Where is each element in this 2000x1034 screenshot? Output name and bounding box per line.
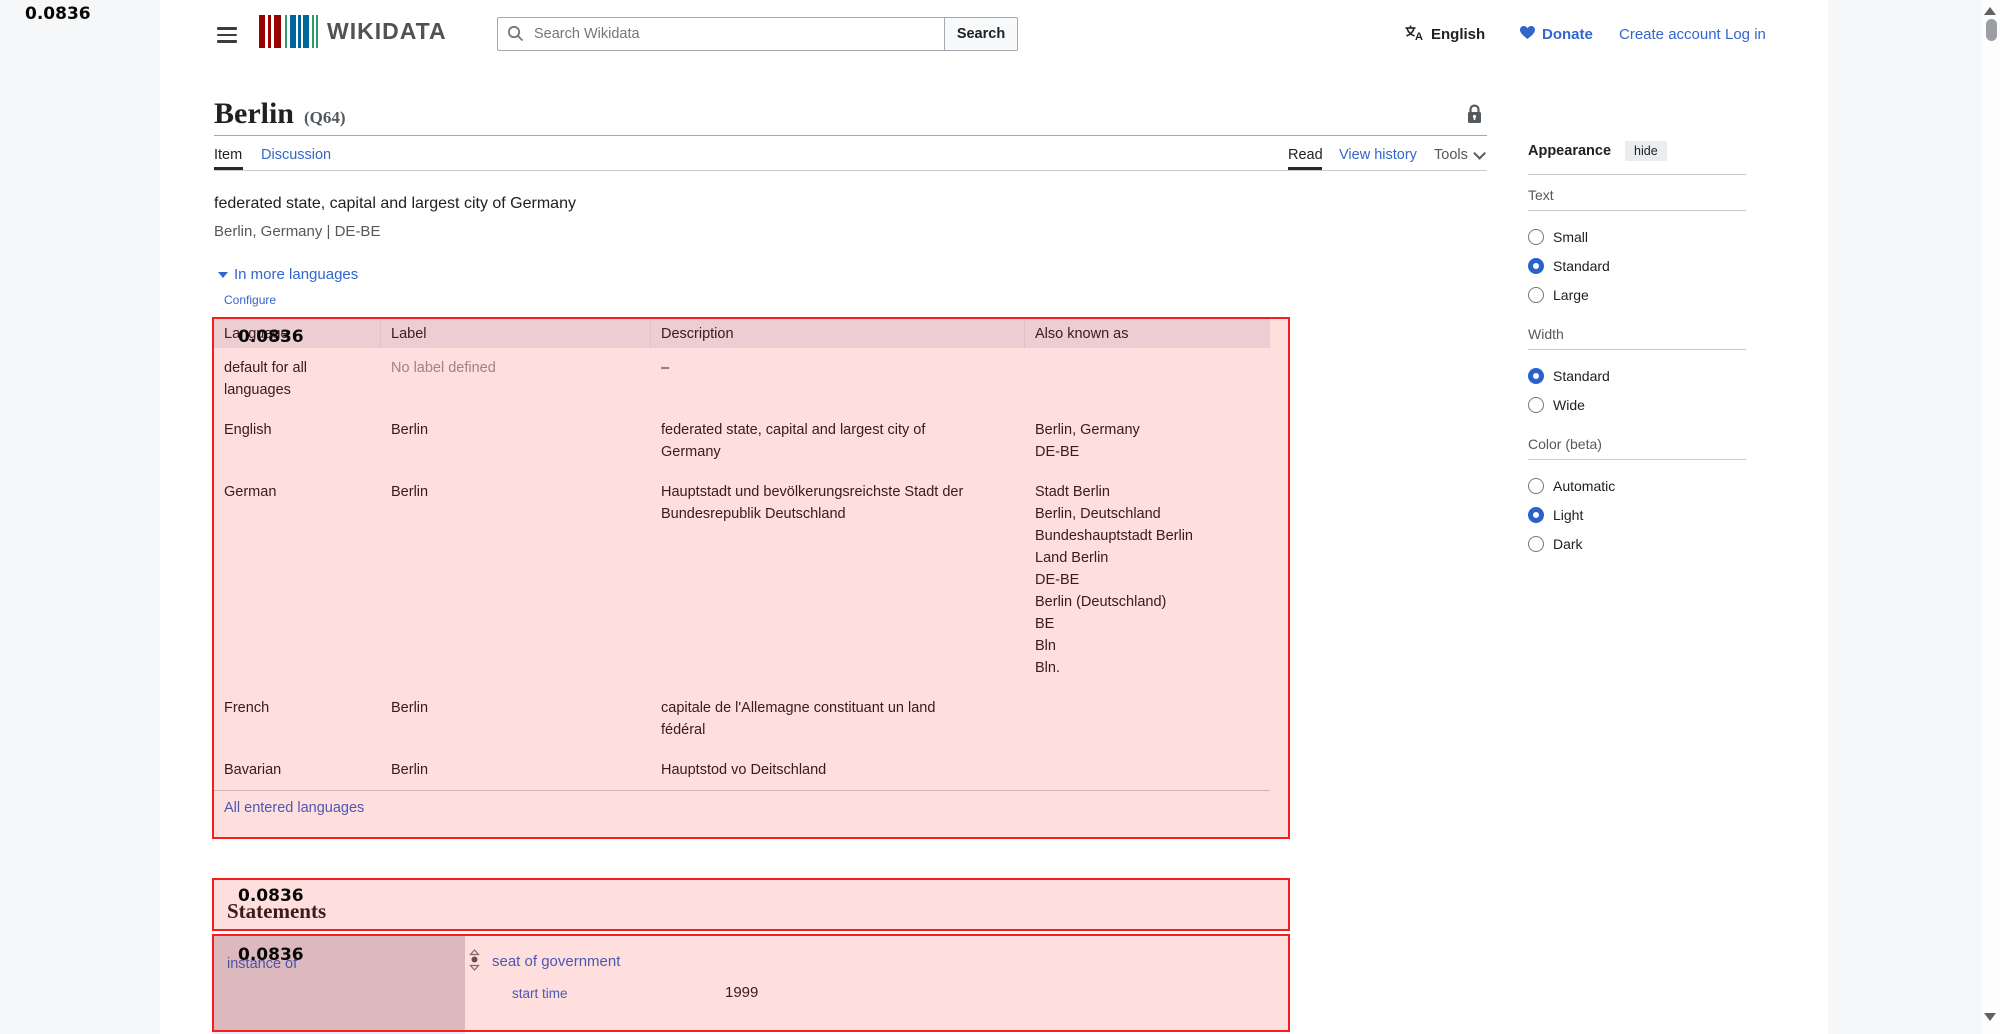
wikidata-logo-text: WIKIDATA bbox=[327, 18, 447, 45]
radio-option-color-beta-dark[interactable]: Dark bbox=[1528, 529, 1746, 558]
annotation-box-language-table: 0.0836 bbox=[212, 317, 1290, 839]
language-selector-label: English bbox=[1431, 26, 1485, 43]
tabs-divider bbox=[214, 170, 1487, 171]
appearance-section-label-color-beta: Color (beta) bbox=[1528, 436, 1746, 460]
radio-label: Standard bbox=[1553, 258, 1610, 274]
annotation-score-corner: 0.0836 bbox=[25, 4, 91, 24]
radio-label: Wide bbox=[1553, 397, 1585, 413]
annotation-box-statements-heading: 0.0836 bbox=[212, 878, 1290, 931]
scrollbar[interactable] bbox=[1982, 0, 2000, 1034]
appearance-panel: Appearance hide Text Small Standard Large Wi… bbox=[1528, 141, 1746, 563]
tab-view-history[interactable]: View history bbox=[1339, 147, 1417, 163]
annotation-score-statements: 0.0836 bbox=[238, 886, 304, 906]
radio-icon[interactable] bbox=[1528, 397, 1544, 413]
page-title: Berlin (Q64) bbox=[214, 97, 346, 131]
configure-link[interactable]: Configure bbox=[224, 293, 276, 307]
radio-option-text-standard[interactable]: Standard bbox=[1528, 251, 1746, 280]
annotation-box-claim: 0.0836 bbox=[212, 934, 1290, 1032]
radio-option-color-beta-automatic[interactable]: Automatic bbox=[1528, 471, 1746, 500]
in-more-languages-label: In more languages bbox=[234, 266, 358, 283]
language-selector[interactable]: A English bbox=[1404, 19, 1485, 49]
radio-option-width-standard[interactable]: Standard bbox=[1528, 361, 1746, 390]
entity-id: (Q64) bbox=[304, 108, 346, 127]
svg-text:A: A bbox=[1415, 31, 1423, 41]
entity-aliases: Berlin, Germany | DE-BE bbox=[214, 223, 380, 240]
search-button[interactable]: Search bbox=[944, 17, 1018, 51]
radio-label: Dark bbox=[1553, 536, 1583, 552]
login-link[interactable]: Log in bbox=[1725, 19, 1766, 49]
entity-description: federated state, capital and largest cit… bbox=[214, 195, 576, 213]
main-menu-icon[interactable] bbox=[210, 21, 244, 49]
search-input[interactable] bbox=[497, 17, 944, 51]
radio-label: Small bbox=[1553, 229, 1588, 245]
page: 0.0836 WIKIDATA Search A English Donate … bbox=[0, 0, 2000, 1034]
radio-icon[interactable] bbox=[1528, 536, 1544, 552]
create-account-link[interactable]: Create account bbox=[1619, 19, 1721, 49]
heart-icon bbox=[1519, 25, 1536, 44]
radio-label: Automatic bbox=[1553, 478, 1615, 494]
tab-discussion[interactable]: Discussion bbox=[261, 147, 331, 163]
lock-icon[interactable] bbox=[1466, 104, 1483, 130]
title-divider bbox=[214, 135, 1487, 136]
appearance-header: Appearance hide bbox=[1528, 141, 1746, 175]
scrollbar-down-arrow-icon[interactable] bbox=[1984, 1013, 1996, 1021]
radio-option-width-wide[interactable]: Wide bbox=[1528, 390, 1746, 419]
radio-icon[interactable] bbox=[1528, 478, 1544, 494]
in-more-languages-toggle[interactable]: In more languages bbox=[218, 266, 358, 283]
wikidata-logo[interactable]: WIKIDATA bbox=[259, 15, 447, 48]
tab-item[interactable]: Item bbox=[214, 147, 242, 163]
radio-icon[interactable] bbox=[1528, 507, 1544, 523]
radio-option-color-beta-light[interactable]: Light bbox=[1528, 500, 1746, 529]
search-icon bbox=[507, 25, 524, 47]
scrollbar-thumb[interactable] bbox=[1986, 19, 1997, 41]
tools-menu-label: Tools bbox=[1434, 147, 1468, 163]
triangle-down-icon bbox=[218, 272, 228, 278]
wikidata-barcode-icon bbox=[259, 15, 318, 48]
scrollbar-up-arrow-icon[interactable] bbox=[1984, 7, 1996, 15]
search-bar: Search bbox=[497, 17, 1018, 51]
radio-icon[interactable] bbox=[1528, 287, 1544, 303]
appearance-title: Appearance bbox=[1528, 143, 1611, 159]
tab-read[interactable]: Read bbox=[1288, 147, 1323, 163]
appearance-options-color-beta: Automatic Light Dark bbox=[1528, 460, 1746, 563]
language-icon: A bbox=[1404, 24, 1425, 45]
appearance-options-width: Standard Wide bbox=[1528, 350, 1746, 424]
radio-label: Standard bbox=[1553, 368, 1610, 384]
donate-link-label: Donate bbox=[1542, 26, 1593, 43]
radio-label: Large bbox=[1553, 287, 1589, 303]
radio-option-text-large[interactable]: Large bbox=[1528, 280, 1746, 309]
appearance-section-label-text: Text bbox=[1528, 187, 1746, 211]
radio-label: Light bbox=[1553, 507, 1583, 523]
annotation-score-table: 0.0836 bbox=[238, 327, 304, 347]
appearance-options-text: Small Standard Large bbox=[1528, 211, 1746, 314]
radio-icon[interactable] bbox=[1528, 258, 1544, 274]
entity-label: Berlin bbox=[214, 97, 294, 130]
radio-icon[interactable] bbox=[1528, 368, 1544, 384]
radio-option-text-small[interactable]: Small bbox=[1528, 222, 1746, 251]
appearance-section-label-width: Width bbox=[1528, 326, 1746, 350]
radio-icon[interactable] bbox=[1528, 229, 1544, 245]
appearance-hide-button[interactable]: hide bbox=[1625, 141, 1667, 161]
tools-menu[interactable]: Tools bbox=[1434, 147, 1482, 163]
annotation-score-claim: 0.0836 bbox=[238, 945, 304, 965]
donate-link[interactable]: Donate bbox=[1519, 19, 1593, 49]
